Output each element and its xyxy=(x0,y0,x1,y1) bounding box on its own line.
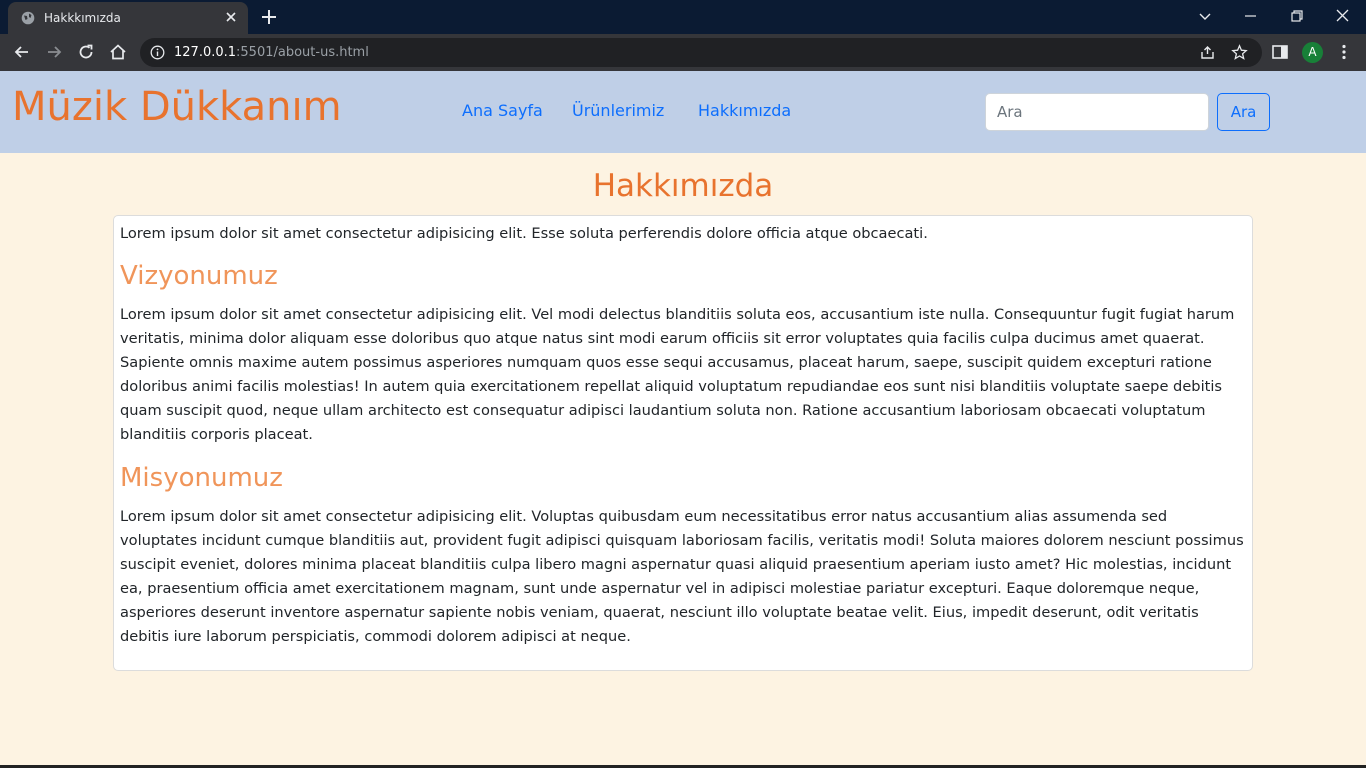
nav-link-about[interactable]: Hakkımızda xyxy=(698,101,791,120)
side-panel-icon[interactable] xyxy=(1270,42,1290,62)
mission-paragraph: Lorem ipsum dolor sit amet consectetur a… xyxy=(120,508,1244,645)
kebab-menu-icon[interactable] xyxy=(1334,42,1354,62)
close-icon[interactable] xyxy=(223,9,239,25)
browser-tabstrip: Hakkkımızda xyxy=(0,0,1366,34)
home-icon[interactable] xyxy=(108,42,128,62)
vision-paragraph: Lorem ipsum dolor sit amet consectetur a… xyxy=(120,306,1235,443)
search-input[interactable] xyxy=(985,93,1209,131)
browser-tab[interactable]: Hakkkımızda xyxy=(8,2,248,34)
mission-heading: Misyonumuz xyxy=(120,463,283,493)
share-icon[interactable] xyxy=(1199,44,1216,61)
url-path: :5501/about-us.html xyxy=(236,45,369,60)
back-arrow-icon[interactable] xyxy=(12,42,32,62)
page-title: Hakkımızda xyxy=(592,168,774,204)
close-window-icon[interactable] xyxy=(1333,6,1353,26)
about-card: Lorem ipsum dolor sit amet consectetur a… xyxy=(113,215,1253,671)
globe-icon xyxy=(21,11,35,25)
site-navbar: Müzik Dükkanım Ana Sayfa Ürünlerimiz Hak… xyxy=(0,71,1366,153)
chevron-down-icon[interactable] xyxy=(1195,6,1215,26)
new-tab-icon[interactable] xyxy=(260,8,278,26)
info-icon[interactable] xyxy=(150,45,165,60)
search-button[interactable]: Ara xyxy=(1217,93,1270,131)
browser-toolbar: 127.0.0.1:5501/about-us.html A xyxy=(0,34,1366,71)
nav-link-home[interactable]: Ana Sayfa xyxy=(462,101,543,120)
star-icon[interactable] xyxy=(1231,44,1248,61)
brand-logo[interactable]: Müzik Dükkanım xyxy=(12,84,342,130)
url-text[interactable]: 127.0.0.1:5501/about-us.html xyxy=(174,45,369,60)
nav-link-products[interactable]: Ürünlerimiz xyxy=(572,101,664,120)
tab-title: Hakkkımızda xyxy=(44,11,121,25)
profile-avatar[interactable]: A xyxy=(1302,42,1323,63)
vision-heading: Vizyonumuz xyxy=(120,261,278,291)
url-host: 127.0.0.1 xyxy=(174,45,237,60)
minimize-icon[interactable] xyxy=(1241,6,1261,26)
restore-icon[interactable] xyxy=(1287,6,1307,26)
intro-paragraph: Lorem ipsum dolor sit amet consectetur a… xyxy=(120,225,928,242)
reload-icon[interactable] xyxy=(76,42,96,62)
address-bar[interactable]: 127.0.0.1:5501/about-us.html xyxy=(140,38,1262,67)
forward-arrow-icon[interactable] xyxy=(44,42,64,62)
